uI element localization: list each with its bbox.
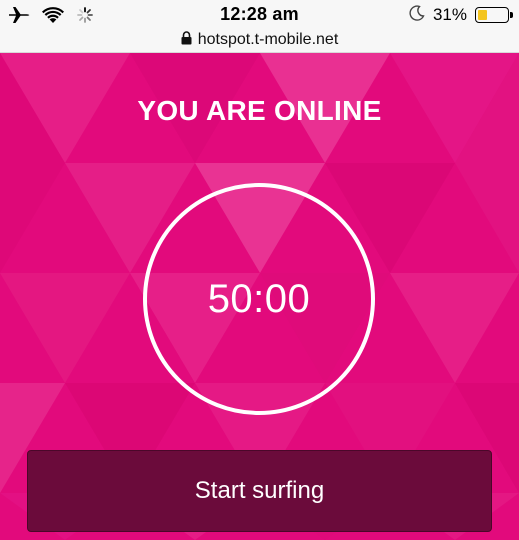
url-text[interactable]: hotspot.t-mobile.net	[198, 31, 339, 49]
phone-screen: 12:28 am 31% hotspot.t-mobile.net YOU AR…	[0, 0, 519, 540]
start-surfing-button[interactable]: Start surfing	[27, 450, 492, 532]
battery-percent: 31%	[432, 5, 467, 24]
battery-level	[478, 10, 487, 20]
battery-icon	[475, 7, 513, 23]
online-headline: YOU ARE ONLINE	[137, 95, 382, 126]
hotspot-page: YOU ARE ONLINE 50:00 Start surfing	[0, 53, 519, 540]
address-bar[interactable]: hotspot.t-mobile.net	[0, 28, 519, 53]
status-bar: 12:28 am 31%	[0, 0, 519, 28]
battery-nub	[510, 12, 513, 18]
status-right-icons: 31%	[409, 4, 513, 26]
lock-icon	[181, 30, 192, 50]
moon-icon	[409, 4, 425, 26]
countdown-timer: 50:00	[207, 276, 311, 321]
